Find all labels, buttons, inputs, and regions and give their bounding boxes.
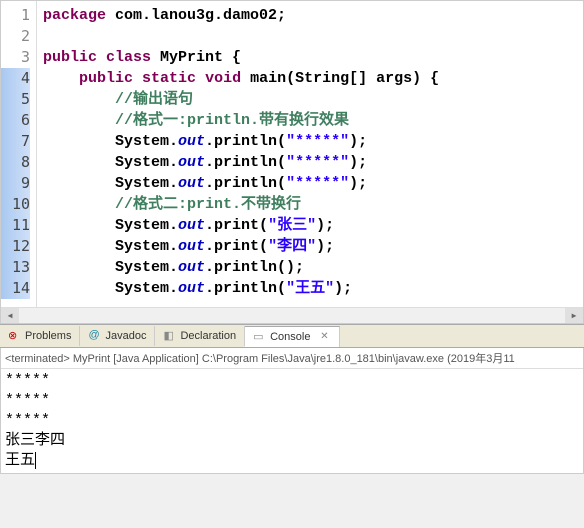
line-number: 6: [1, 110, 30, 131]
code-line[interactable]: System.out.println();: [43, 257, 583, 278]
terminated-label: <terminated>: [5, 353, 70, 365]
at-icon: @: [88, 329, 102, 343]
code-line[interactable]: //格式二:print.不带换行: [43, 194, 583, 215]
line-number: 5: [1, 89, 30, 110]
line-number: 9: [1, 173, 30, 194]
code-line[interactable]: System.out.println("*****");: [43, 173, 583, 194]
tab-label: Console: [270, 331, 310, 343]
console-process-header: <terminated> MyPrint [Java Application] …: [1, 348, 583, 369]
code-line[interactable]: System.out.print("张三");: [43, 215, 583, 236]
line-number: 7: [1, 131, 30, 152]
console-line: *****: [5, 391, 579, 411]
process-info: MyPrint [Java Application] C:\Program Fi…: [73, 353, 515, 365]
code-line[interactable]: //格式一:println.带有换行效果: [43, 110, 583, 131]
close-icon[interactable]: ✕: [317, 330, 331, 344]
code-editor[interactable]: 1234567891011121314 package com.lanou3g.…: [0, 0, 584, 324]
text-cursor: [35, 452, 45, 469]
code-line[interactable]: //输出语句: [43, 89, 583, 110]
line-number: 3: [1, 47, 30, 68]
code-line[interactable]: package com.lanou3g.damo02;: [43, 5, 583, 26]
line-number: 14: [1, 278, 30, 299]
line-number: 2: [1, 26, 30, 47]
code-line[interactable]: public class MyPrint {: [43, 47, 583, 68]
console-icon: ▭: [253, 330, 267, 344]
console-output[interactable]: ***************张三李四王五: [1, 369, 583, 473]
scroll-track[interactable]: [19, 308, 565, 323]
code-line[interactable]: System.out.print("李四");: [43, 236, 583, 257]
line-number: 8: [1, 152, 30, 173]
declaration-icon: ◧: [163, 329, 177, 343]
scroll-right-button[interactable]: ▶: [565, 308, 583, 324]
console-view: <terminated> MyPrint [Java Application] …: [0, 348, 584, 474]
tab-javadoc[interactable]: @ Javadoc: [80, 326, 155, 346]
console-line: 张三李四: [5, 431, 579, 451]
tab-declaration[interactable]: ◧ Declaration: [155, 326, 245, 346]
views-tab-bar: ⊗ Problems @ Javadoc ◧ Declaration ▭ Con…: [0, 324, 584, 348]
line-number: 4: [1, 68, 30, 89]
code-line[interactable]: System.out.println("王五");: [43, 278, 583, 299]
line-number: 10: [1, 194, 30, 215]
console-line: 王五: [5, 451, 579, 471]
line-number-gutter: 1234567891011121314: [1, 1, 37, 323]
tab-problems[interactable]: ⊗ Problems: [0, 326, 80, 346]
line-number: 11: [1, 215, 30, 236]
error-icon: ⊗: [8, 329, 22, 343]
code-content[interactable]: package com.lanou3g.damo02; public class…: [37, 1, 583, 323]
console-line: *****: [5, 371, 579, 391]
line-number: 13: [1, 257, 30, 278]
horizontal-scrollbar[interactable]: ◀ ▶: [1, 307, 583, 323]
code-line[interactable]: System.out.println("*****");: [43, 131, 583, 152]
code-line[interactable]: public static void main(String[] args) {: [43, 68, 583, 89]
scroll-left-button[interactable]: ◀: [1, 308, 19, 324]
console-line: *****: [5, 411, 579, 431]
code-line[interactable]: [43, 26, 583, 47]
tab-console[interactable]: ▭ Console ✕: [245, 326, 340, 347]
tab-label: Problems: [25, 330, 71, 342]
tab-label: Declaration: [180, 330, 236, 342]
code-line[interactable]: System.out.println("*****");: [43, 152, 583, 173]
line-number: 12: [1, 236, 30, 257]
tab-label: Javadoc: [105, 330, 146, 342]
line-number: 1: [1, 5, 30, 26]
